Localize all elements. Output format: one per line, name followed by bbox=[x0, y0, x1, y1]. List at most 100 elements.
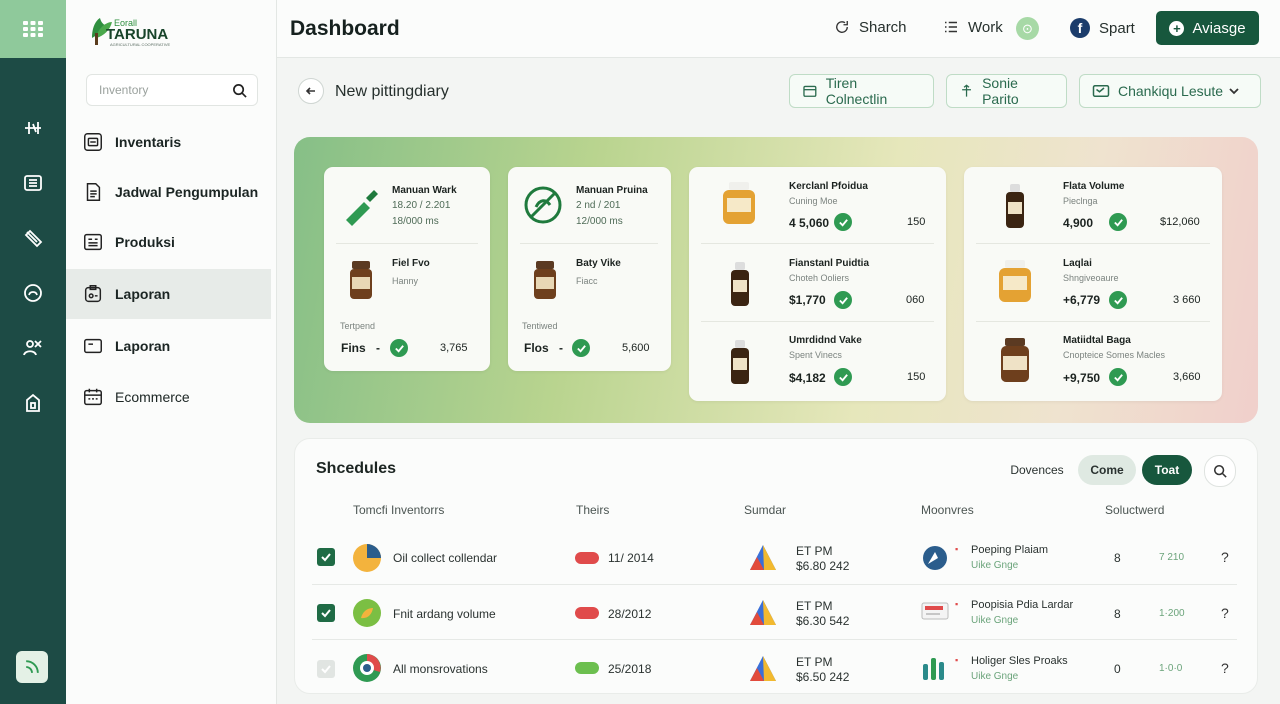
sidebar-item-laporan[interactable]: Laporan bbox=[66, 321, 271, 371]
chip-dropdown[interactable]: Chankiqu Lesute bbox=[1079, 74, 1261, 108]
sidebar-item-label: Laporan bbox=[115, 338, 171, 354]
divider bbox=[336, 243, 478, 244]
sidebar-item-jadwal[interactable]: Jadwal Pengumpulan bbox=[66, 167, 271, 217]
column-header[interactable]: Theirs bbox=[576, 503, 609, 517]
product-name: Matiidtal Baga bbox=[1063, 335, 1131, 346]
rail-crop-icon[interactable] bbox=[16, 111, 50, 145]
column-header[interactable]: Soluctwerd bbox=[1105, 503, 1164, 517]
inventory-box-icon bbox=[81, 130, 105, 154]
card-subtitle: Baty Vike bbox=[576, 258, 621, 269]
sidebar-item-label: Laporan bbox=[115, 286, 171, 302]
rail-users-icon[interactable] bbox=[16, 331, 50, 365]
filter-come[interactable]: Come bbox=[1078, 455, 1136, 485]
move-marker: ▪ bbox=[955, 655, 959, 665]
card-foot-label: Tertpend bbox=[340, 321, 376, 331]
filter-toat[interactable]: Toat bbox=[1142, 455, 1192, 485]
apps-grid-button[interactable] bbox=[0, 0, 66, 58]
check-icon bbox=[321, 665, 331, 674]
pie-status-icon bbox=[353, 544, 381, 572]
chip-parito[interactable]: Sonie Parito bbox=[946, 74, 1067, 108]
drive-icon bbox=[750, 600, 776, 625]
card-badge-icon bbox=[921, 602, 949, 620]
row-value: 1·0·0 bbox=[1159, 663, 1183, 674]
header-link-label: Spart bbox=[1099, 19, 1135, 37]
sidebar-item-produksi[interactable]: Produksi bbox=[66, 217, 271, 267]
move-sub: Uike Gnge bbox=[971, 615, 1019, 626]
header-spart-link[interactable]: f Spart bbox=[1070, 18, 1135, 38]
row-checkbox[interactable] bbox=[317, 604, 335, 622]
sidebar-item-laporan-active[interactable]: Laporan bbox=[66, 269, 271, 319]
rail-store-icon[interactable] bbox=[16, 386, 50, 420]
move-marker: ▪ bbox=[955, 544, 959, 554]
header-search-link[interactable]: Sharch bbox=[833, 18, 907, 36]
row-date: 28/2012 bbox=[608, 607, 652, 621]
row-time: ET PM bbox=[796, 655, 833, 669]
divider bbox=[520, 243, 658, 244]
card-foot-label: Tentiwed bbox=[522, 321, 558, 331]
row-checkbox[interactable] bbox=[317, 660, 335, 678]
header-work-link[interactable]: Work bbox=[942, 18, 1003, 36]
rail-feed-icon[interactable] bbox=[16, 651, 48, 683]
row-count: 8 bbox=[1114, 551, 1121, 565]
schedules-title: Shcedules bbox=[316, 460, 397, 477]
filter-dovences[interactable]: Dovences bbox=[1005, 455, 1069, 485]
product-price: +6,779 bbox=[1063, 293, 1101, 307]
bottle-image bbox=[731, 340, 749, 384]
check-icon bbox=[834, 213, 852, 231]
product-price: 4,900 bbox=[1063, 216, 1094, 230]
product-name: Kerclanl Pfoidua bbox=[789, 181, 868, 192]
report-icon bbox=[81, 282, 105, 306]
card-title: Manuan Pruina bbox=[576, 185, 648, 196]
move-title: Poopisia Pdia Lardar bbox=[971, 599, 1074, 611]
screen-icon bbox=[81, 334, 105, 358]
move-sub: Uike Gnge bbox=[971, 671, 1019, 682]
production-icon bbox=[81, 230, 105, 254]
chart-badge-icon bbox=[923, 546, 947, 570]
primary-action-button[interactable]: + Aviasge bbox=[1156, 11, 1259, 45]
header-link-label: Work bbox=[968, 18, 1003, 36]
sidebar-item-label: Jadwal Pengumpulan bbox=[115, 184, 259, 200]
subpage-title: New pittingdiary bbox=[335, 83, 449, 100]
rail-list-icon[interactable] bbox=[16, 166, 50, 200]
row-name: All monsrovations bbox=[393, 662, 488, 676]
rail-gauge-icon[interactable] bbox=[16, 276, 50, 310]
schedules-search-button[interactable] bbox=[1204, 455, 1236, 487]
column-header[interactable]: Tomcfi Inventorrs bbox=[353, 503, 444, 517]
sidebar-search-input[interactable] bbox=[99, 83, 219, 97]
product-name: Umrdidnd Vake bbox=[789, 335, 862, 346]
move-title: Holiger Sles Proaks bbox=[971, 655, 1068, 667]
product-sub: Cuning Moe bbox=[789, 196, 838, 206]
chip-collection[interactable]: Tiren Colnectlin bbox=[789, 74, 934, 108]
jar-image bbox=[1001, 338, 1029, 382]
refresh-icon bbox=[836, 21, 848, 33]
row-value: 1·200 bbox=[1159, 608, 1185, 619]
chip-label: Tiren Colnectlin bbox=[825, 75, 888, 107]
product-qty: 150 bbox=[907, 216, 926, 228]
arrow-left-icon bbox=[305, 87, 315, 95]
row-value: 7 210 bbox=[1159, 552, 1185, 563]
sidebar-item-ecommerce[interactable]: Ecommerce bbox=[66, 372, 271, 422]
sidebar-item-label: Inventaris bbox=[115, 134, 182, 150]
sidebar-item-label: Produksi bbox=[115, 234, 175, 250]
check-icon bbox=[321, 609, 331, 618]
card-chip-icon bbox=[1092, 85, 1110, 97]
help-icon[interactable]: ? bbox=[1221, 660, 1229, 676]
move-title: Poeping Plaiam bbox=[971, 544, 1049, 556]
rail-tag-icon[interactable] bbox=[16, 221, 50, 255]
row-checkbox[interactable] bbox=[317, 548, 335, 566]
product-qty: 3,660 bbox=[1173, 371, 1201, 383]
help-icon[interactable]: ? bbox=[1221, 605, 1229, 621]
help-icon[interactable]: ? bbox=[1221, 549, 1229, 565]
sidebar-item-inventaris[interactable]: Inventaris bbox=[66, 117, 271, 167]
sidebar-search[interactable] bbox=[86, 74, 258, 106]
column-header[interactable]: Sumdar bbox=[744, 503, 786, 517]
divider bbox=[701, 243, 934, 244]
search-icon bbox=[1213, 464, 1227, 478]
column-header[interactable]: Moonvres bbox=[921, 503, 974, 517]
row-name: Oil collect collendar bbox=[393, 551, 498, 565]
check-icon bbox=[390, 339, 408, 357]
status-dot-button[interactable]: ⊙ bbox=[1016, 17, 1039, 40]
search-icon[interactable] bbox=[232, 83, 247, 98]
facebook-icon: f bbox=[1070, 18, 1090, 38]
back-button[interactable] bbox=[298, 78, 324, 104]
